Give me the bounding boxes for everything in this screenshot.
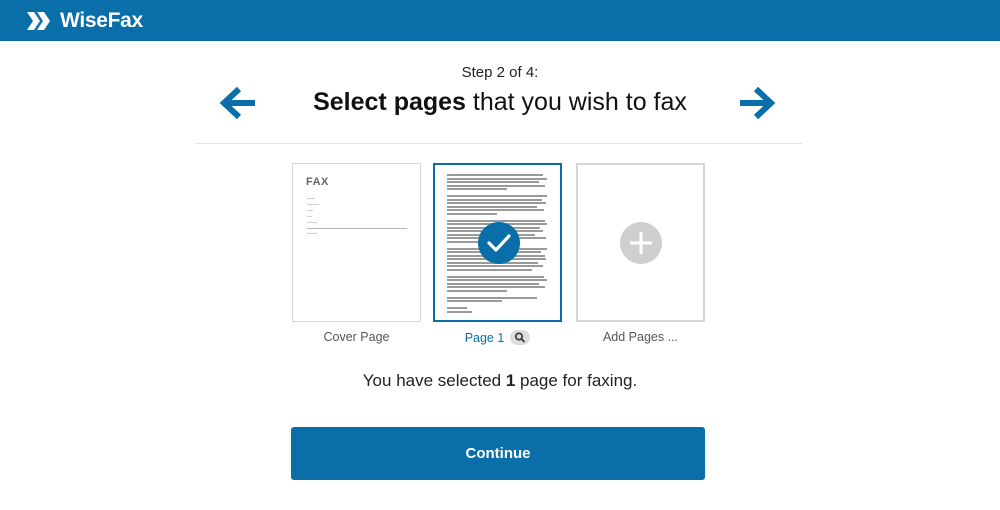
text-line [447, 209, 544, 211]
checkmark-icon [478, 222, 520, 264]
page-title-rest: that you wish to fax [465, 88, 687, 116]
thumbnail-line [307, 198, 315, 199]
thumbnail-fax-title: FAX [306, 176, 329, 188]
caption-page-1: Page 1 [433, 330, 562, 345]
selection-summary: You have selected 1 page for faxing. [0, 371, 1000, 391]
text-line [447, 265, 543, 267]
page-title: Select pages that you wish to fax [0, 88, 1000, 117]
page-thumbnail-cover[interactable]: FAX [292, 163, 421, 322]
divider [196, 143, 802, 144]
selection-suffix: page for faxing. [515, 371, 638, 390]
page-title-bold: Select pages [313, 88, 466, 116]
text-line [447, 307, 467, 309]
text-line [447, 212, 497, 215]
thumbnail-line [307, 210, 313, 211]
text-line [447, 300, 502, 302]
thumbnail-line [307, 204, 319, 205]
magnifier-icon[interactable] [510, 330, 531, 345]
text-line [447, 289, 507, 292]
text-line [447, 310, 472, 313]
arrow-right-icon[interactable] [738, 84, 776, 122]
text-line [447, 202, 546, 204]
logo-text: WiseFax [60, 9, 143, 32]
thumbnail-line [307, 233, 317, 234]
caption-add-pages: Add Pages ... [602, 330, 679, 344]
text-line [447, 198, 542, 201]
text-line [447, 174, 543, 176]
text-line [447, 181, 539, 183]
thumbnail-line [307, 216, 312, 217]
plus-icon [620, 222, 662, 264]
text-line [447, 286, 545, 288]
text-line [447, 296, 537, 299]
page-thumbnail-page-1[interactable] [433, 163, 562, 322]
text-line [447, 268, 532, 271]
step-label: Step 2 of 4: [461, 64, 539, 81]
continue-button[interactable]: Continue [291, 427, 705, 480]
caption-cover-page: Cover Page [323, 330, 390, 344]
double-chevron-logo-icon [27, 12, 50, 30]
text-line [447, 188, 507, 190]
selection-prefix: You have selected [362, 371, 506, 390]
thumbnail-rule [307, 228, 407, 229]
logo[interactable]: WiseFax [26, 8, 143, 34]
selection-count: 1 [505, 371, 516, 390]
text-line [447, 275, 544, 278]
text-line [447, 205, 537, 208]
text-line [447, 279, 547, 281]
text-line [447, 195, 547, 197]
top-bar: WiseFax [0, 0, 1000, 41]
caption-page-1-label: Page 1 [464, 330, 505, 345]
text-line [447, 177, 547, 180]
text-line [447, 184, 545, 187]
add-pages-button[interactable] [576, 163, 705, 322]
text-line [447, 282, 539, 285]
thumbnail-line [307, 222, 317, 223]
